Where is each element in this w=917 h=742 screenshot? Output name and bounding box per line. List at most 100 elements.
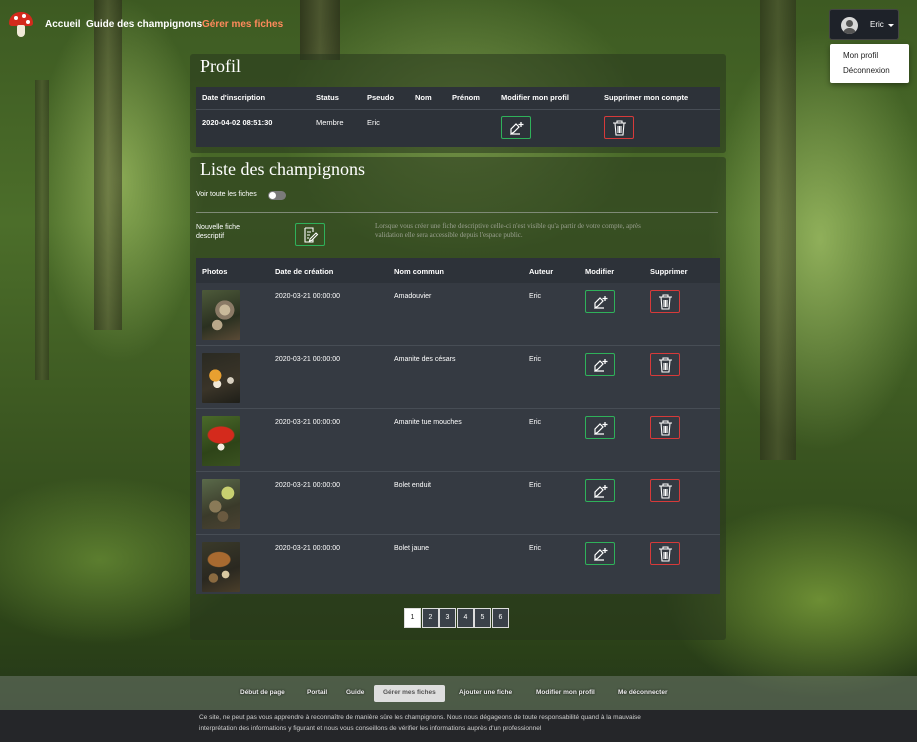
footer-link-debut[interactable]: Début de page — [240, 689, 285, 696]
edit-pen-plus-icon — [510, 122, 524, 136]
column-header: Supprimer — [650, 267, 688, 276]
nav-link-guide[interactable]: Guide des champignons — [86, 19, 202, 30]
page-button-3[interactable]: 3 — [439, 608, 456, 628]
trash-icon — [659, 294, 672, 310]
row-author: Eric — [529, 545, 542, 552]
delete-fiche-button[interactable] — [650, 353, 680, 376]
profile-header: Prénom — [452, 93, 480, 102]
new-fiche-label: Nouvelle fiche — [196, 224, 240, 231]
pagination: 1 2 3 4 5 6 — [404, 608, 510, 628]
trash-icon — [659, 357, 672, 373]
delete-fiche-button[interactable] — [650, 416, 680, 439]
profile-divider — [196, 109, 720, 110]
table-row: 2020-03-21 00:00:00 Amadouvier Eric — [196, 283, 720, 346]
chevron-down-icon — [888, 24, 894, 27]
footer-link-guide[interactable]: Guide — [346, 689, 364, 696]
mushroom-photo[interactable] — [202, 353, 240, 403]
row-name: Bolet jaune — [394, 545, 430, 552]
row-date: 2020-03-21 00:00:00 — [275, 356, 340, 363]
footer-link-portail[interactable]: Portail — [307, 689, 327, 696]
page-button-5[interactable]: 5 — [474, 608, 491, 628]
page-button-6[interactable]: 6 — [492, 608, 509, 628]
table-row: 2020-03-21 00:00:00 Amanite tue mouches … — [196, 409, 720, 472]
row-author: Eric — [529, 293, 542, 300]
table-row: 2020-03-21 00:00:00 Bolet jaune Eric — [196, 535, 720, 598]
footer-link-gerer[interactable]: Gérer mes fiches — [374, 685, 445, 702]
new-fiche-label: descriptif — [196, 233, 225, 240]
new-fiche-button[interactable] — [295, 223, 325, 246]
view-all-toggle[interactable] — [268, 191, 286, 200]
page-button-2[interactable]: 2 — [422, 608, 439, 628]
footer-link-deconnecter[interactable]: Me déconnecter — [618, 689, 668, 696]
disclaimer-text: Ce site, ne peut pas vous apprendre à re… — [199, 714, 641, 721]
delete-fiche-button[interactable] — [650, 479, 680, 502]
list-divider — [196, 212, 718, 213]
mushroom-list-panel: Liste des champignons Voir toute les fic… — [190, 157, 726, 640]
row-name: Amanite tue mouches — [394, 419, 462, 426]
page-button-1[interactable]: 1 — [404, 608, 421, 628]
background-trunk — [35, 80, 49, 380]
footer-link-modifier-profil[interactable]: Modifier mon profil — [536, 689, 595, 696]
delete-fiche-button[interactable] — [650, 542, 680, 565]
column-header: Auteur — [529, 267, 554, 276]
dropdown-item-deconnexion[interactable]: Déconnexion — [843, 66, 890, 75]
row-date: 2020-03-21 00:00:00 — [275, 293, 340, 300]
trash-icon — [613, 120, 626, 136]
profile-header: Pseudo — [367, 93, 395, 102]
profile-table: Date d'inscription Status Pseudo Nom Pré… — [196, 87, 720, 147]
nav-link-gerer-mes-fiches[interactable]: Gérer mes fiches — [202, 19, 283, 30]
row-name: Amadouvier — [394, 293, 432, 300]
row-date: 2020-03-21 00:00:00 — [275, 482, 340, 489]
column-header: Photos — [202, 267, 228, 276]
table-header: Photos Date de création Nom commun Auteu… — [196, 258, 720, 283]
mushroom-photo[interactable] — [202, 290, 240, 340]
row-date: 2020-03-21 00:00:00 — [275, 419, 340, 426]
mushroom-logo-icon[interactable] — [9, 12, 33, 38]
dropdown-item-mon-profil[interactable]: Mon profil — [843, 51, 878, 60]
mushroom-photo[interactable] — [202, 479, 240, 529]
row-author: Eric — [529, 419, 542, 426]
column-header: Date de création — [275, 267, 334, 276]
row-author: Eric — [529, 482, 542, 489]
edit-pen-plus-icon — [594, 548, 608, 562]
page-button-4[interactable]: 4 — [457, 608, 474, 628]
user-name: Eric — [870, 20, 884, 29]
row-name: Amanite des césars — [394, 356, 456, 363]
user-menu-button[interactable]: Eric — [829, 9, 899, 40]
profile-pseudo: Eric — [367, 118, 380, 127]
edit-fiche-button[interactable] — [585, 290, 615, 313]
row-author: Eric — [529, 356, 542, 363]
nav-link-accueil[interactable]: Accueil — [45, 19, 81, 30]
user-avatar-icon — [841, 17, 858, 34]
toggle-label: Voir toute les fiches — [196, 191, 257, 198]
profile-header: Supprimer mon compte — [604, 93, 689, 102]
profile-header: Nom — [415, 93, 432, 102]
profile-panel: Profil Date d'inscription Status Pseudo … — [190, 54, 726, 153]
info-text: Lorsque vous créer une fiche descriptive… — [375, 222, 641, 230]
new-document-icon — [304, 227, 319, 243]
edit-pen-plus-icon — [594, 296, 608, 310]
profile-header: Date d'inscription — [202, 93, 266, 102]
user-dropdown-menu: Mon profil Déconnexion — [830, 44, 909, 83]
mushroom-photo[interactable] — [202, 416, 240, 466]
profile-title: Profil — [200, 56, 242, 76]
mushroom-photo[interactable] — [202, 542, 240, 592]
column-header: Nom commun — [394, 267, 445, 276]
edit-pen-plus-icon — [594, 422, 608, 436]
edit-fiche-button[interactable] — [585, 479, 615, 502]
edit-pen-plus-icon — [594, 485, 608, 499]
edit-profile-button[interactable] — [501, 116, 531, 139]
row-name: Bolet enduit — [394, 482, 431, 489]
footer-link-ajouter[interactable]: Ajouter une fiche — [459, 689, 512, 696]
edit-fiche-button[interactable] — [585, 416, 615, 439]
delete-fiche-button[interactable] — [650, 290, 680, 313]
trash-icon — [659, 420, 672, 436]
delete-account-button[interactable] — [604, 116, 634, 139]
edit-fiche-button[interactable] — [585, 353, 615, 376]
edit-fiche-button[interactable] — [585, 542, 615, 565]
profile-date: 2020-04-02 08:51:30 — [202, 118, 273, 127]
footer-nav: Début de page Portail Guide Gérer mes fi… — [0, 676, 917, 710]
background-trunk — [760, 0, 796, 460]
table-row: 2020-03-21 00:00:00 Amanite des césars E… — [196, 346, 720, 409]
profile-status: Membre — [316, 118, 344, 127]
